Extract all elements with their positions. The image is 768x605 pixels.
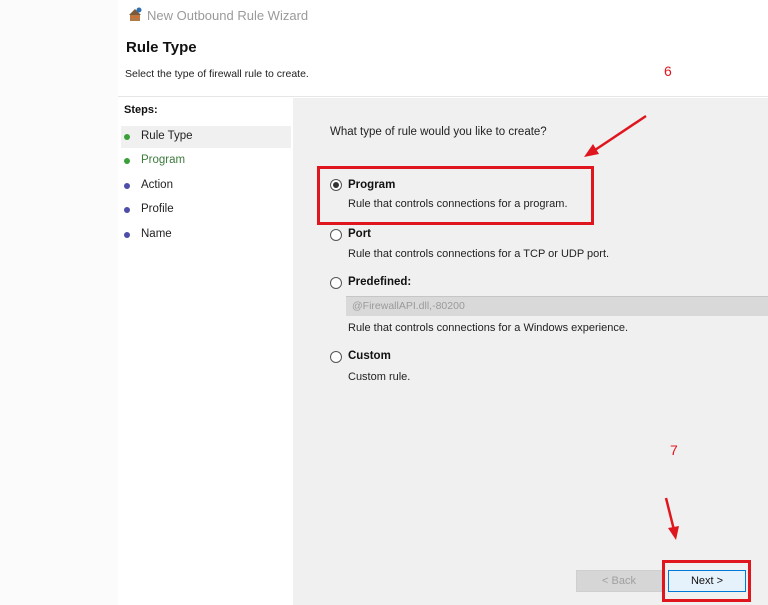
arrow-to-program-icon — [584, 114, 647, 157]
option-port-description: Rule that controls connections for a TCP… — [348, 248, 610, 260]
step-rule-type: Rule Type — [121, 126, 291, 148]
page-margin — [0, 0, 118, 605]
annotation-step-7: 7 — [670, 442, 678, 458]
step-dot — [124, 232, 130, 238]
step-label: Rule Type — [141, 130, 193, 142]
step-label: Program — [141, 154, 186, 166]
step-label: Name — [141, 228, 172, 240]
option-predefined-description: Rule that controls connections for a Win… — [348, 322, 629, 334]
option-custom-description: Custom rule. — [348, 371, 411, 383]
firewall-icon — [129, 7, 142, 21]
step-dot — [124, 207, 130, 213]
window-title: New Outbound Rule Wizard — [147, 8, 309, 23]
header-divider — [118, 96, 768, 97]
steps-label: Steps: — [124, 104, 158, 116]
step-name: Name — [121, 224, 291, 246]
option-custom-label[interactable]: Custom — [348, 350, 391, 362]
predefined-select-value: @FirewallAPI.dll,-80200 — [352, 300, 465, 312]
step-label: Profile — [141, 203, 174, 215]
step-dot — [124, 158, 130, 164]
highlight-program-option — [317, 166, 594, 225]
back-button[interactable]: < Back — [576, 570, 662, 592]
step-profile: Profile — [121, 199, 291, 221]
page-subtitle: Select the type of firewall rule to crea… — [125, 68, 309, 80]
option-port-label[interactable]: Port — [348, 228, 371, 240]
radio-port[interactable] — [330, 229, 342, 241]
step-action: Action — [121, 175, 291, 197]
step-dot — [124, 183, 130, 189]
radio-predefined[interactable] — [330, 277, 342, 289]
rule-type-question: What type of rule would you like to crea… — [330, 126, 547, 138]
step-label: Action — [141, 179, 173, 191]
page-title: Rule Type — [126, 39, 197, 56]
option-predefined-label[interactable]: Predefined: — [348, 276, 411, 288]
step-program[interactable]: Program — [121, 150, 291, 172]
arrow-to-next-icon — [664, 497, 679, 540]
annotation-step-6: 6 — [664, 63, 672, 79]
step-dot — [124, 134, 130, 140]
radio-custom[interactable] — [330, 351, 342, 363]
highlight-next-button — [662, 560, 751, 602]
predefined-select[interactable]: @FirewallAPI.dll,-80200 — [346, 296, 768, 316]
